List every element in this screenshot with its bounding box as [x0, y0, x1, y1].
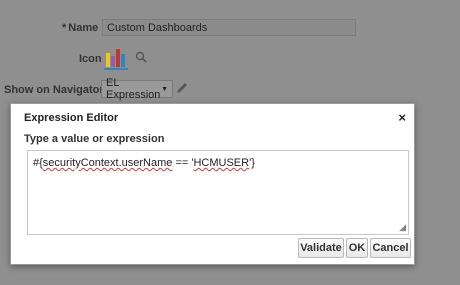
icon-row: Icon [79, 53, 102, 65]
ok-button[interactable]: OK [346, 238, 368, 258]
search-icon[interactable] [135, 51, 147, 66]
validate-button[interactable]: Validate [298, 238, 344, 258]
expression-editor-dialog: Expression Editor × Type a value or expr… [10, 103, 415, 265]
pencil-icon[interactable] [175, 81, 189, 98]
resize-handle-icon[interactable]: ◢ [399, 222, 406, 233]
expression-textarea[interactable]: #{securityContext.userName == 'HCMUSER'}… [27, 150, 409, 235]
navigator-row: Show on Navigator [4, 84, 104, 96]
name-label: * Name [62, 22, 99, 34]
required-mark: * [62, 22, 67, 34]
icon-label: Icon [79, 53, 102, 65]
navigator-select-value: EL Expression [106, 77, 161, 101]
name-row: * Name [62, 22, 98, 34]
expression-prompt-label: Type a value or expression [24, 133, 165, 145]
close-icon[interactable]: × [398, 110, 406, 125]
cancel-button[interactable]: Cancel [370, 238, 411, 258]
name-field[interactable]: Custom Dashboards [102, 19, 356, 36]
dialog-title: Expression Editor [24, 112, 119, 124]
navigator-label: Show on Navigator [4, 84, 104, 96]
navigator-select[interactable]: EL Expression ▼ [101, 77, 173, 101]
caret-down-icon: ▼ [161, 85, 168, 93]
bar-chart-icon[interactable] [104, 45, 128, 71]
